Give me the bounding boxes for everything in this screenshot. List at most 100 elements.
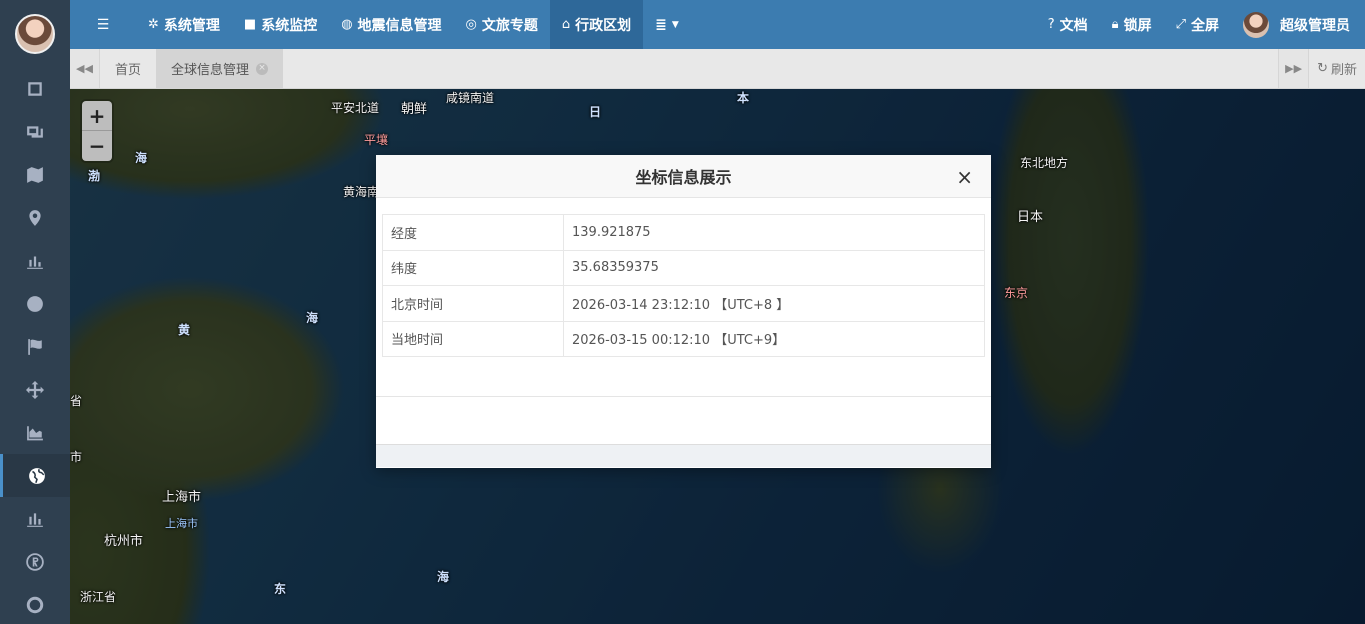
map-label: 东 (274, 582, 287, 596)
sidebar-item-6[interactable] (0, 282, 70, 325)
map-zoom-control: + − (82, 101, 112, 161)
tab-label: 全球信息管理 (171, 63, 250, 78)
sidebar-item-4[interactable] (0, 196, 70, 239)
map-icon (27, 166, 43, 183)
zoom-in-button[interactable]: + (82, 101, 112, 131)
map-label: 上海市 (165, 517, 198, 530)
close-icon[interactable]: × (956, 167, 973, 187)
dialog-body: 经度 139.921875 纬度 35.68359375 北京时间 2026-0… (376, 198, 991, 397)
dialog-footer (376, 397, 991, 445)
navbar-right: ? 文档 🔒︎ 锁屏 ⤢ 全屏 超级管理员 (1036, 0, 1365, 49)
nav-item-system-management[interactable]: ✲ 系统管理 (136, 0, 232, 49)
tab-global-info[interactable]: 全球信息管理 × (156, 49, 284, 88)
lifebuoy-icon (26, 596, 44, 613)
nav-item-earthquake[interactable]: ◍ 地震信息管理 (329, 0, 453, 49)
map-label: 市 (70, 450, 83, 464)
map-label: 上海市 (162, 490, 202, 505)
tabs-scroll-left-button[interactable]: ◀◀ (70, 49, 100, 88)
table-row: 纬度 35.68359375 (382, 249, 985, 286)
backward-icon: ◀◀ (76, 62, 93, 75)
nav-item-system-monitor[interactable]: ■ 系统监控 (232, 0, 329, 49)
sidebar-item-12[interactable] (0, 540, 70, 583)
list-icon: ≣ (655, 16, 667, 33)
sidebar-item-8[interactable] (0, 368, 70, 411)
table-row: 当地时间 2026-03-15 00:12:10 【UTC+9】 (382, 320, 985, 357)
sidebar-item-2[interactable] (0, 110, 70, 153)
nav-item-label: 地震信息管理 (357, 17, 442, 34)
menu-toggle-button[interactable]: ☰ (70, 0, 136, 49)
table-cell-value: 139.921875 (563, 214, 985, 251)
sidebar-item-9[interactable] (0, 411, 70, 454)
map-label: 黄海南 (343, 185, 380, 199)
sidebar-item-7[interactable] (0, 325, 70, 368)
docs-label: 文档 (1059, 17, 1088, 34)
table-cell-key: 纬度 (382, 249, 564, 286)
nav-item-label: 文旅专题 (481, 17, 538, 34)
map-label: 咸镜南道 (446, 91, 495, 105)
dialog-header: 坐标信息展示 × (376, 155, 991, 198)
map-label: 渤 (88, 169, 101, 183)
table-cell-value: 2026-03-15 00:12:10 【UTC+9】 (563, 320, 985, 357)
fullscreen-button[interactable]: ⤢ 全屏 (1164, 0, 1231, 49)
sidebar-item-11[interactable] (0, 497, 70, 540)
hamburger-icon: ☰ (96, 16, 110, 33)
sidebar-item-1[interactable] (0, 67, 70, 110)
map-label: 平安北道 (331, 101, 380, 115)
table-cell-key: 当地时间 (382, 320, 564, 357)
frames-icon (27, 125, 43, 138)
refresh-label: 刷新 (1330, 63, 1357, 78)
tabs-bar: ◀◀ 首页 全球信息管理 × ▶▶ ↻ 刷新 (70, 49, 1365, 89)
area-chart-icon (27, 425, 43, 440)
lock-icon: 🔒︎ (1111, 17, 1119, 32)
caret-down-icon: ▼ (671, 19, 679, 30)
refresh-button[interactable]: ↻ 刷新 (1308, 49, 1365, 88)
nav-item-label: 系统管理 (163, 17, 220, 34)
lock-screen-button[interactable]: 🔒︎ 锁屏 (1100, 0, 1164, 49)
map-label: 海 (135, 151, 148, 165)
avatar (1243, 11, 1269, 38)
forward-icon: ▶▶ (1285, 62, 1303, 75)
tab-label: 首页 (115, 63, 142, 78)
map-label: 海 (437, 570, 450, 584)
map-marker-icon (29, 209, 41, 226)
nav-more-dropdown[interactable]: ≣ ▼ (643, 0, 691, 49)
expand-icon: ⤢ (1175, 17, 1186, 32)
bar-chart-icon (27, 256, 43, 269)
coordinate-table: 经度 139.921875 纬度 35.68359375 北京时间 2026-0… (382, 214, 985, 357)
nav-item-administrative-division[interactable]: ⌂ 行政区划 (549, 0, 644, 49)
map-label: 日 (589, 105, 602, 119)
coordinate-info-dialog: 坐标信息展示 × 经度 139.921875 纬度 35.68359375 北京… (376, 155, 991, 468)
nav-item-culture-tourism[interactable]: ◎ 文旅专题 (454, 0, 550, 49)
sidebar (0, 0, 70, 624)
sidebar-item-10[interactable] (0, 454, 70, 497)
registered-icon (26, 552, 44, 571)
table-cell-key: 北京时间 (382, 285, 564, 322)
tabs-scroll-right-button[interactable]: ▶▶ (1278, 49, 1309, 88)
sidebar-item-5[interactable] (0, 239, 70, 282)
map-label: 黄 (178, 323, 191, 337)
map-label: 浙江省 (80, 590, 117, 604)
sidebar-item-3[interactable] (0, 153, 70, 196)
lightbulb-icon: ◍ (341, 17, 353, 32)
tabs-right: ▶▶ ↻ 刷新 (1278, 49, 1365, 88)
video-camera-icon: ■ (243, 17, 257, 32)
bar-chart-icon (27, 512, 43, 527)
map-label: 省 (70, 394, 83, 408)
tab-home[interactable]: 首页 (100, 49, 156, 88)
zoom-out-button[interactable]: − (82, 131, 112, 161)
flag-icon (28, 338, 42, 355)
map-label: 本 (737, 91, 750, 105)
refresh-icon: ↻ (1317, 61, 1328, 76)
sidebar-item-13[interactable] (0, 583, 70, 624)
table-cell-value: 2026-03-14 23:12:10 【UTC+8 】 (563, 285, 985, 322)
map-label: 东北地方 (1020, 156, 1069, 170)
question-circle-icon: ? (1047, 17, 1055, 32)
avatar[interactable] (15, 13, 55, 54)
fullscreen-label: 全屏 (1191, 17, 1219, 34)
docs-button[interactable]: ? 文档 (1036, 0, 1100, 49)
table-row: 经度 139.921875 (382, 214, 985, 251)
table-row: 北京时间 2026-03-14 23:12:10 【UTC+8 】 (382, 285, 985, 322)
close-tab-icon[interactable]: × (256, 62, 269, 75)
gear-icon: ✲ (148, 17, 159, 32)
user-menu[interactable]: 超级管理员 (1231, 0, 1365, 49)
